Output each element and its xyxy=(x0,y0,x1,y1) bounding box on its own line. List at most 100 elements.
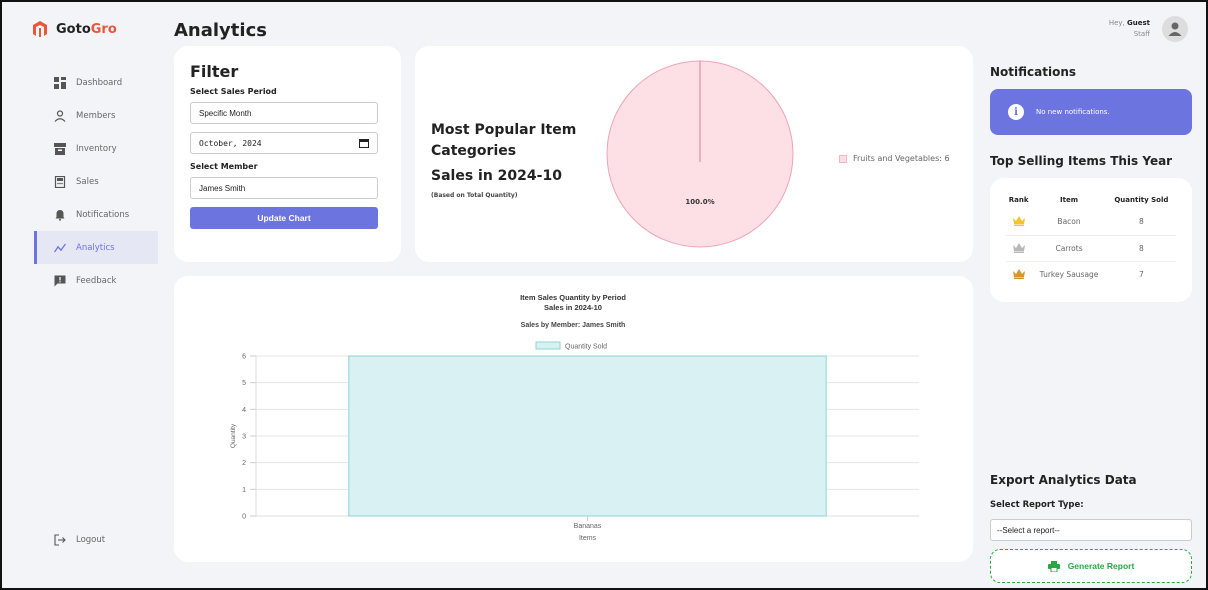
sales-period-value: Specific Month xyxy=(199,108,252,118)
period-label: Select Sales Period xyxy=(190,87,277,96)
report-type-label: Select Report Type: xyxy=(990,500,1084,510)
item-name: Carrots xyxy=(1031,234,1107,261)
pie-chart: 100.0% xyxy=(606,60,794,248)
filter-title: Filter xyxy=(190,62,239,81)
calendar-icon[interactable] xyxy=(359,138,369,148)
sidebar-item-inventory[interactable]: Inventory xyxy=(34,132,158,165)
dashboard-icon xyxy=(54,76,66,89)
report-type-select[interactable]: --Select a report-- xyxy=(990,519,1192,541)
logout-icon xyxy=(54,534,66,546)
item-qty: 8 xyxy=(1138,217,1144,227)
notification-banner: i No new notifications. xyxy=(990,89,1192,135)
top-selling-card: Rank Item Quantity Sold Bacon 8 Carrots … xyxy=(990,178,1192,302)
sidebar-item-label: Sales xyxy=(76,176,99,187)
column-header: Quantity Sold xyxy=(1114,196,1169,204)
item-name: Bacon xyxy=(1057,217,1081,227)
sidebar: GotoGro Dashboard Members Inventory Sale… xyxy=(2,2,160,588)
user-menu[interactable]: Hey, Guest Staff xyxy=(1109,16,1188,42)
legend-swatch xyxy=(535,341,561,350)
member-select[interactable]: James Smith xyxy=(190,177,378,199)
table-row: Turkey Sausage 7 xyxy=(1006,260,1176,287)
user-name: Guest xyxy=(1127,19,1150,27)
sidebar-nav: Dashboard Members Inventory Sales Notifi… xyxy=(34,66,158,297)
report-type-value: --Select a report-- xyxy=(997,525,1060,535)
inventory-icon xyxy=(54,142,66,155)
y-tick-label: 4 xyxy=(242,407,246,414)
generate-report-button[interactable]: Generate Report xyxy=(990,549,1192,583)
bar[interactable] xyxy=(348,355,827,517)
logo-icon xyxy=(33,21,47,37)
user-greeting: Hey, xyxy=(1108,19,1127,27)
item-name: Turkey Sausage xyxy=(1031,260,1107,287)
printer-icon xyxy=(1047,560,1060,572)
member-label: Select Member xyxy=(190,162,258,171)
sidebar-item-feedback[interactable]: Feedback xyxy=(34,264,158,297)
sidebar-item-notifications[interactable]: Notifications xyxy=(34,198,158,231)
pie-data-label: 100.0% xyxy=(685,198,714,206)
silver-crown-icon xyxy=(1012,242,1025,253)
members-icon xyxy=(54,109,66,122)
bronze-crown-icon xyxy=(1012,268,1025,279)
bar-chart-subtitle-member: Sales by Member: James Smith xyxy=(521,322,626,329)
bar-legend-label: Quantity Sold xyxy=(565,344,607,351)
sidebar-item-dashboard[interactable]: Dashboard xyxy=(34,66,158,99)
pie-note: (Based on Total Quantity) xyxy=(431,192,518,199)
notification-message: No new notifications. xyxy=(1036,108,1110,116)
analytics-icon xyxy=(54,243,66,252)
legend-swatch xyxy=(839,154,847,163)
pie-subtitle: Sales in 2024-10 xyxy=(431,168,562,184)
bar-chart: Item Sales Quantity by PeriodSales in 20… xyxy=(230,293,919,542)
member-value: James Smith xyxy=(199,183,246,193)
page-title: Analytics xyxy=(174,20,267,41)
table-row: Bacon 8 xyxy=(1006,209,1176,235)
y-tick-label: 6 xyxy=(242,354,246,361)
update-chart-button[interactable]: Update Chart xyxy=(190,207,378,229)
table-header-row: Rank Item Quantity Sold xyxy=(1006,196,1176,209)
app-name: GotoGro xyxy=(56,21,117,37)
table-row: Carrots 8 xyxy=(1006,234,1176,261)
sales-icon xyxy=(54,175,66,188)
app-logo[interactable]: GotoGro xyxy=(32,20,117,38)
notifications-title: Notifications xyxy=(990,65,1077,79)
pie-legend[interactable]: Fruits and Vegetables: 6 xyxy=(839,154,950,163)
user-role: Staff xyxy=(1133,30,1150,38)
bar-chart-subtitle: Sales in 2024-10 xyxy=(544,303,602,312)
month-value: October, 2024 xyxy=(199,138,262,148)
x-axis-label: Items xyxy=(579,535,597,542)
y-tick-label: 2 xyxy=(242,460,246,467)
sales-period-select[interactable]: Specific Month xyxy=(190,102,378,124)
sidebar-item-label: Analytics xyxy=(76,242,115,253)
item-qty: 8 xyxy=(1106,234,1176,261)
y-tick-label: 5 xyxy=(242,380,246,387)
bell-icon xyxy=(55,209,65,221)
sidebar-item-sales[interactable]: Sales xyxy=(34,165,158,198)
sidebar-item-label: Members xyxy=(76,110,116,121)
sidebar-item-analytics[interactable]: Analytics xyxy=(34,231,158,264)
bar-chart-title: Item Sales Quantity by Period xyxy=(520,293,626,302)
logout-button[interactable]: Logout xyxy=(54,534,105,546)
y-tick-label: 1 xyxy=(242,487,246,494)
user-avatar-icon xyxy=(1168,22,1182,36)
column-header: Rank xyxy=(1008,196,1029,204)
gold-crown-icon xyxy=(1012,216,1025,227)
sidebar-item-label: Notifications xyxy=(76,209,130,220)
bar-chart-card: Item Sales Quantity by Period Sales in 20… xyxy=(174,276,973,562)
pie-chart-card: Most Popular Item Categories Sales in 20… xyxy=(415,46,973,262)
sidebar-item-label: Dashboard xyxy=(76,77,123,88)
y-tick-label: 0 xyxy=(242,514,246,521)
pie-title: Most Popular Item Categories xyxy=(431,122,577,159)
generate-report-label: Generate Report xyxy=(1067,561,1135,571)
month-input[interactable]: October, 2024 xyxy=(190,132,378,154)
info-icon: i xyxy=(1008,104,1024,120)
feedback-icon xyxy=(54,275,66,286)
pie-legend-label: Fruits and Vegetables: 6 xyxy=(853,154,950,163)
y-axis-label: Quantity xyxy=(230,423,237,448)
sidebar-item-members[interactable]: Members xyxy=(34,99,158,132)
avatar[interactable] xyxy=(1162,16,1188,42)
top-selling-title: Top Selling Items This Year xyxy=(990,154,1173,168)
column-header: Item xyxy=(1060,196,1079,204)
item-qty: 7 xyxy=(1106,260,1176,287)
sidebar-item-label: Feedback xyxy=(76,275,117,286)
x-tick-label: Bananas xyxy=(574,523,602,530)
y-tick-label: 3 xyxy=(242,434,246,441)
